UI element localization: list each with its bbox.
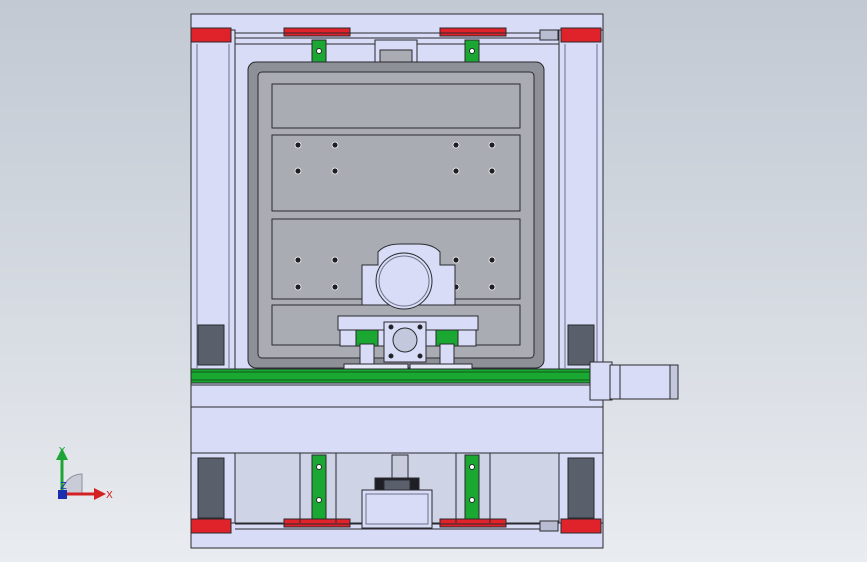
middle-beam: [190, 384, 604, 408]
frame-right-column: [558, 29, 604, 371]
x-rail-motor: [589, 361, 613, 401]
plate-slot-1: [271, 83, 521, 129]
x-rail: [190, 368, 604, 384]
shaft-end-bottom: [539, 520, 559, 532]
plate-slot-2: [271, 134, 521, 212]
pulley-top-right: [439, 27, 507, 37]
lower-motor: [361, 489, 433, 529]
right-lower-slot: [567, 457, 595, 519]
left-upper-slot: [197, 324, 225, 366]
corner-block-bottom-left: [190, 518, 232, 534]
corner-block-top-right: [560, 27, 602, 43]
left-lower-slot: [197, 457, 225, 519]
cad-viewport[interactable]: [0, 0, 867, 562]
pulley-bottom-left: [283, 518, 351, 528]
pulley-top-left: [283, 27, 351, 37]
y-axis-label: Y: [58, 446, 66, 457]
orientation-triad[interactable]: Y X Z: [40, 440, 120, 510]
lower-beam: [190, 406, 604, 454]
shaft-end-top: [539, 29, 559, 41]
z-axis-label: Z: [60, 481, 67, 492]
bearing-bore: [375, 252, 433, 310]
corner-block-top-left: [190, 27, 232, 43]
pulley-bottom-right: [439, 518, 507, 528]
x-axis-label: X: [106, 490, 113, 501]
frame-left-column: [190, 29, 236, 371]
x-rail-motor-body: [609, 364, 673, 400]
right-upper-slot: [567, 324, 595, 366]
corner-block-bottom-right: [560, 518, 602, 534]
